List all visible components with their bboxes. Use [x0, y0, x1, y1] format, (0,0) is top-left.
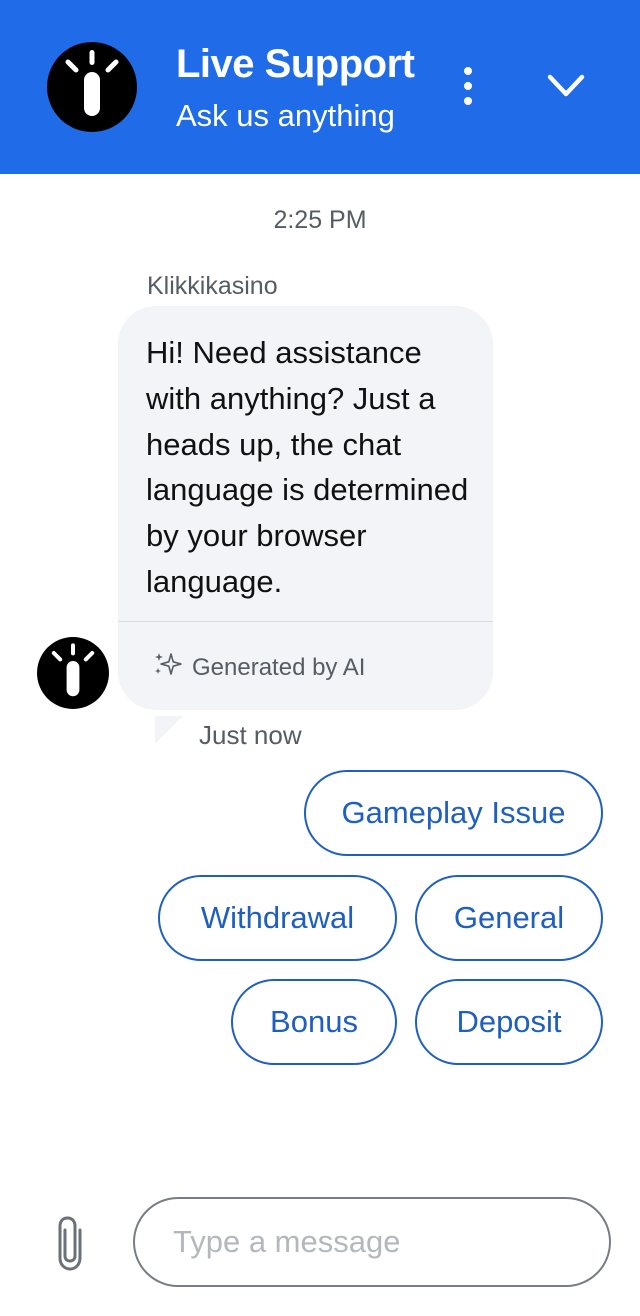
paperclip-icon[interactable]	[52, 1214, 92, 1272]
quick-reply-bonus[interactable]: Bonus	[231, 979, 397, 1065]
quick-reply-deposit[interactable]: Deposit	[415, 979, 603, 1065]
lamp-logo-icon	[37, 637, 109, 709]
message-input[interactable]	[133, 1197, 611, 1287]
more-vertical-icon[interactable]	[452, 62, 484, 110]
ai-badge-label: Generated by AI	[192, 654, 366, 681]
conversation-timestamp: 2:25 PM	[273, 206, 367, 234]
quick-reply-withdrawal[interactable]: Withdrawal	[158, 875, 397, 961]
header-subtitle: Ask us anything	[176, 98, 395, 133]
bubble-divider	[118, 621, 493, 622]
message-time: Just now	[199, 720, 302, 750]
chevron-down-icon[interactable]	[540, 62, 592, 110]
sparkle-icon	[152, 650, 182, 680]
lamp-logo-icon	[47, 42, 137, 132]
bubble-tail	[155, 716, 183, 744]
quick-reply-general[interactable]: General	[415, 875, 603, 961]
chat-header: Live Support Ask us anything	[0, 0, 640, 174]
quick-reply-gameplay-issue[interactable]: Gameplay Issue	[304, 770, 603, 856]
sender-name: Klikkikasino	[147, 272, 278, 300]
message-bubble: Hi! Need assistance with anything? Just …	[118, 306, 493, 710]
message-text: Hi! Need assistance with anything? Just …	[146, 335, 469, 599]
header-title: Live Support	[176, 42, 415, 86]
